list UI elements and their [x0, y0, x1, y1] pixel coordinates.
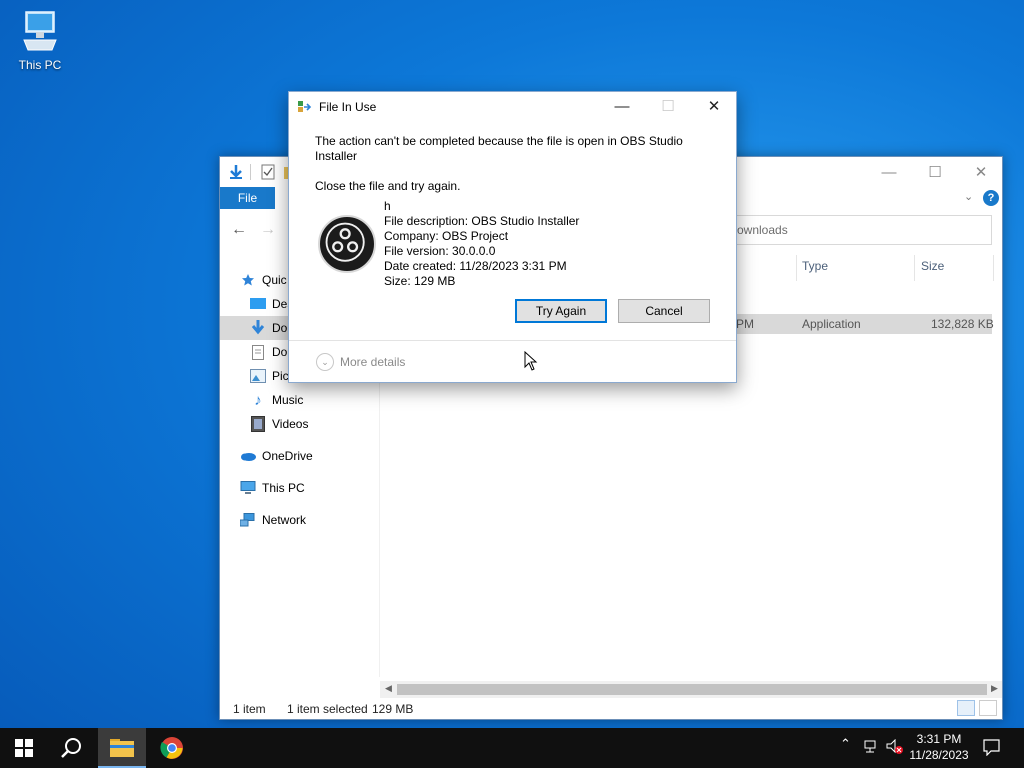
dialog-message-line2: Installer	[315, 149, 358, 163]
column-separator[interactable]	[993, 255, 994, 281]
star-icon	[240, 272, 256, 288]
notifications-icon[interactable]	[983, 739, 1000, 756]
file-in-use-dialog: File In Use — ☐ ✕ The action can't be co…	[288, 91, 737, 383]
sidebar-item-documents[interactable]: Do	[250, 341, 287, 363]
file-company: Company: OBS Project	[384, 229, 509, 243]
clock-time: 3:31 PM	[916, 732, 962, 746]
column-separator[interactable]	[914, 255, 915, 281]
desktop-icon-label: This PC	[18, 58, 62, 72]
ribbon-expand-icon[interactable]: ⌄	[964, 190, 973, 203]
dialog-maximize-button: ☐	[661, 98, 675, 115]
file-move-icon	[298, 101, 312, 112]
dialog-close-button[interactable]: ✕	[691, 92, 737, 120]
help-icon[interactable]: ?	[983, 190, 999, 206]
dialog-message-line1: The action can't be completed because th…	[315, 134, 683, 148]
sidebar-item-label: Pic	[272, 369, 289, 383]
minimize-button[interactable]: —	[866, 157, 912, 187]
scrollbar-thumb[interactable]	[397, 684, 987, 695]
network-status-icon[interactable]	[864, 740, 880, 754]
sidebar-item-label: Videos	[272, 417, 309, 431]
sidebar-item-label: OneDrive	[262, 449, 313, 463]
sidebar-item-label: Quic	[262, 273, 287, 287]
clock-date: 11/28/2023	[909, 748, 969, 762]
dialog-instruction: Close the file and try again.	[315, 179, 461, 193]
sidebar-item-label: This PC	[262, 481, 305, 495]
taskbar-chrome[interactable]	[148, 728, 196, 768]
sidebar-item-quick-access[interactable]: Quic	[240, 269, 287, 291]
sidebar-item-onedrive[interactable]: OneDrive	[240, 445, 313, 467]
file-row-modified: PM	[736, 317, 754, 331]
downloads-icon	[250, 320, 266, 336]
file-date-created: Date created: 11/28/2023 3:31 PM	[384, 259, 567, 273]
documents-icon	[250, 344, 266, 360]
sidebar-item-label: Network	[262, 513, 307, 527]
start-icon	[15, 739, 33, 757]
sidebar-item-label: Do	[272, 345, 288, 359]
sidebar-item-label: Do	[272, 321, 288, 335]
back-arrow-icon[interactable]: ←	[231, 221, 247, 239]
column-header-size[interactable]: Size	[921, 259, 944, 279]
sidebar-item-pictures[interactable]: Pic	[250, 365, 289, 387]
try-again-button[interactable]: Try Again	[515, 299, 607, 323]
file-description: File description: OBS Studio Installer	[384, 214, 580, 228]
file-row-type: Application	[802, 317, 861, 331]
close-button[interactable]: ✕	[958, 157, 1004, 187]
obs-studio-icon	[318, 215, 376, 273]
status-size: 129 MB	[372, 702, 414, 716]
more-details-toggle[interactable]: More details	[340, 355, 405, 369]
download-arrow-icon[interactable]	[228, 164, 244, 180]
mouse-cursor-icon	[524, 351, 538, 371]
sidebar-item-desktop[interactable]: Des	[250, 293, 293, 315]
search-input[interactable]: ownloads	[736, 215, 992, 245]
status-item-count: 1 item	[233, 702, 266, 716]
pictures-icon	[250, 368, 266, 384]
cancel-button[interactable]: Cancel	[618, 299, 710, 323]
large-icons-view-icon[interactable]	[979, 700, 997, 716]
dialog-title: File In Use	[319, 100, 377, 114]
music-icon: ♪	[254, 391, 262, 409]
file-name: h	[384, 199, 391, 213]
scroll-left-icon[interactable]: ◀	[385, 683, 392, 694]
chrome-icon	[160, 737, 183, 759]
desktop-folder-icon	[250, 296, 266, 312]
sidebar-item-label: Music	[272, 393, 304, 407]
start-button[interactable]	[0, 728, 48, 768]
dialog-minimize-button[interactable]: —	[599, 92, 645, 120]
sidebar-item-videos[interactable]: Videos	[250, 413, 308, 435]
videos-icon	[250, 416, 266, 432]
qa-separator	[250, 164, 251, 180]
show-hidden-icons-chevron-icon[interactable]: ⌃	[840, 736, 851, 752]
sidebar-item-downloads[interactable]: Do	[250, 317, 287, 339]
chevron-down-icon[interactable]: ⌄	[316, 353, 334, 371]
properties-icon[interactable]	[260, 164, 276, 180]
this-pc-icon	[240, 480, 256, 496]
column-separator[interactable]	[796, 255, 797, 281]
status-bar: 1 item 1 item selected 129 MB	[220, 699, 1002, 719]
forward-arrow-icon[interactable]: →	[260, 221, 276, 239]
taskbar-clock[interactable]: 3:31 PM 11/28/2023	[903, 731, 975, 763]
search-button[interactable]	[48, 728, 96, 768]
sidebar-item-network[interactable]: Network	[240, 509, 306, 531]
desktop-icon-this-pc[interactable]: This PC	[10, 8, 70, 76]
search-icon	[61, 738, 81, 758]
file-row-size: 132,828 KB	[931, 317, 994, 331]
maximize-button[interactable]: ☐	[912, 157, 958, 187]
details-view-icon[interactable]	[957, 700, 975, 716]
volume-muted-icon[interactable]	[886, 739, 904, 755]
file-version: File version: 30.0.0.0	[384, 244, 496, 258]
sidebar-item-music[interactable]: ♪ Music	[250, 389, 303, 411]
this-pc-icon	[23, 11, 57, 51]
status-selected: 1 item selected	[287, 702, 368, 716]
sidebar-item-this-pc[interactable]: This PC	[240, 477, 305, 499]
file-explorer-icon	[110, 739, 134, 757]
taskbar-file-explorer[interactable]	[98, 728, 146, 768]
column-header-type[interactable]: Type	[802, 259, 828, 279]
onedrive-icon	[240, 448, 256, 464]
file-size: Size: 129 MB	[384, 274, 456, 288]
network-icon	[240, 512, 256, 528]
file-tab[interactable]: File	[220, 187, 275, 209]
scroll-right-icon[interactable]: ▶	[991, 683, 998, 694]
